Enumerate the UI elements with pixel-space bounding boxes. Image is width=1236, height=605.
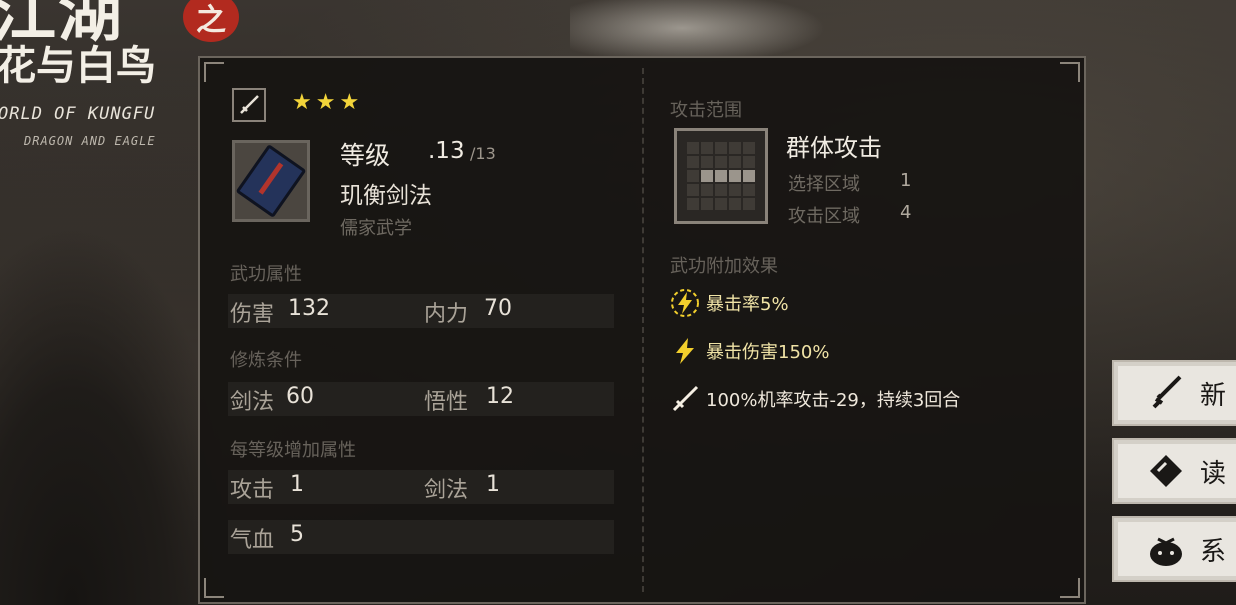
side-menu-label: 读 bbox=[1200, 458, 1227, 489]
damage-label: 伤害 bbox=[230, 302, 275, 327]
game-logo-title: 江湖 bbox=[0, 0, 124, 51]
grid-cell bbox=[715, 184, 727, 196]
side-menu-new-button[interactable]: 新 bbox=[1112, 360, 1236, 426]
effect-item: 暴击率5% bbox=[670, 288, 789, 318]
grid-cell bbox=[743, 184, 755, 196]
per-level-row: 气血 5 bbox=[228, 520, 614, 554]
grid-cell bbox=[687, 198, 699, 210]
grid-cell-selected bbox=[743, 170, 755, 182]
grid-cell bbox=[743, 156, 755, 168]
level-max: /13 bbox=[470, 144, 496, 163]
game-logo-english: ORLD OF KUNGFU bbox=[0, 104, 156, 124]
skill-name: 玑衡剑法 bbox=[340, 183, 432, 209]
attack-area-label: 攻击区域 bbox=[788, 206, 860, 227]
weapon-type-sword-icon bbox=[232, 88, 266, 122]
per-level-title: 每等级增加属性 bbox=[230, 440, 356, 461]
attack-area-value: 4 bbox=[900, 202, 912, 223]
grid-cell bbox=[729, 156, 741, 168]
sword-req-label: 剑法 bbox=[230, 390, 275, 415]
effect-text: 100%机率攻击-29，持续3回合 bbox=[706, 390, 961, 411]
grid-cell bbox=[743, 198, 755, 210]
grid-cell-selected bbox=[701, 170, 713, 182]
level-label: 等级 bbox=[340, 141, 391, 170]
effect-text: 暴击率5% bbox=[706, 294, 789, 315]
attack-type: 群体攻击 bbox=[786, 134, 882, 162]
neili-value: 70 bbox=[484, 296, 512, 321]
bag-icon bbox=[1144, 527, 1188, 571]
wuxing-req-label: 悟性 bbox=[424, 390, 469, 415]
attack-range-title: 攻击范围 bbox=[670, 100, 742, 121]
book-icon bbox=[1144, 449, 1188, 493]
effect-item: 100%机率攻击-29，持续3回合 bbox=[670, 384, 960, 414]
grid-cell bbox=[715, 156, 727, 168]
grid-cell bbox=[715, 198, 727, 210]
game-logo-subtitle: 花与白鸟 bbox=[0, 42, 156, 89]
neili-label: 内力 bbox=[424, 302, 469, 327]
hp-bonus-value: 5 bbox=[290, 522, 304, 547]
skill-detail-panel: ★★★ 等级 .13 /13 玑衡剑法 儒家武学 武功属性 伤害 132 内力 … bbox=[198, 56, 1086, 604]
attack-range-grid bbox=[687, 142, 755, 210]
grid-cell-selected bbox=[715, 170, 727, 182]
attack-range-grid-frame bbox=[674, 128, 768, 224]
grid-cell bbox=[687, 184, 699, 196]
wuxing-req-value: 12 bbox=[486, 384, 514, 409]
effect-item: 暴击伤害150% bbox=[670, 336, 829, 366]
level-value: .13 bbox=[428, 138, 465, 164]
grid-cell bbox=[715, 142, 727, 154]
effects-title: 武功附加效果 bbox=[670, 256, 778, 277]
panel-divider bbox=[642, 68, 644, 592]
damage-value: 132 bbox=[288, 296, 330, 321]
grid-cell bbox=[687, 156, 699, 168]
effect-text: 暴击伤害150% bbox=[706, 342, 830, 363]
skill-book-icon-frame bbox=[232, 140, 310, 222]
side-menu-label: 系 bbox=[1200, 536, 1227, 567]
select-area-label: 选择区域 bbox=[788, 174, 860, 195]
grid-cell bbox=[729, 184, 741, 196]
grid-cell bbox=[687, 170, 699, 182]
lightning-circle-icon bbox=[670, 288, 700, 318]
requirements-title: 修炼条件 bbox=[230, 350, 302, 371]
skill-book-icon bbox=[235, 144, 307, 218]
game-logo-english-sub: DRAGON AND EAGLE bbox=[24, 134, 156, 148]
grid-cell bbox=[701, 156, 713, 168]
panel-corner bbox=[1060, 62, 1080, 82]
attributes-title: 武功属性 bbox=[230, 264, 302, 285]
side-menu-system-button[interactable]: 系 bbox=[1112, 516, 1236, 582]
skill-category: 儒家武学 bbox=[340, 218, 412, 239]
panel-corner bbox=[204, 578, 224, 598]
grid-cell bbox=[729, 198, 741, 210]
hp-bonus-label: 气血 bbox=[230, 528, 275, 553]
grid-cell bbox=[701, 142, 713, 154]
rarity-stars: ★★★ bbox=[292, 90, 364, 115]
per-level-row: 攻击 1 剑法 1 bbox=[228, 470, 614, 504]
requirements-row: 剑法 60 悟性 12 bbox=[228, 382, 614, 416]
grid-cell bbox=[743, 142, 755, 154]
grid-cell bbox=[729, 142, 741, 154]
grid-cell bbox=[701, 184, 713, 196]
sword-icon bbox=[670, 384, 700, 414]
sword-bonus-value: 1 bbox=[486, 472, 500, 497]
side-menu-read-button[interactable]: 读 bbox=[1112, 438, 1236, 504]
grid-cell bbox=[701, 198, 713, 210]
grid-cell-selected bbox=[729, 170, 741, 182]
side-menu-label: 新 bbox=[1200, 380, 1227, 411]
attack-bonus-label: 攻击 bbox=[230, 478, 275, 503]
attributes-row: 伤害 132 内力 70 bbox=[228, 294, 614, 328]
lightning-icon bbox=[670, 336, 700, 366]
sword-bonus-label: 剑法 bbox=[424, 478, 469, 503]
select-area-value: 1 bbox=[900, 170, 912, 191]
grid-cell bbox=[687, 142, 699, 154]
sword-icon bbox=[1144, 371, 1188, 415]
attack-bonus-value: 1 bbox=[290, 472, 304, 497]
panel-corner bbox=[204, 62, 224, 82]
sword-req-value: 60 bbox=[286, 384, 314, 409]
panel-corner bbox=[1060, 578, 1080, 598]
